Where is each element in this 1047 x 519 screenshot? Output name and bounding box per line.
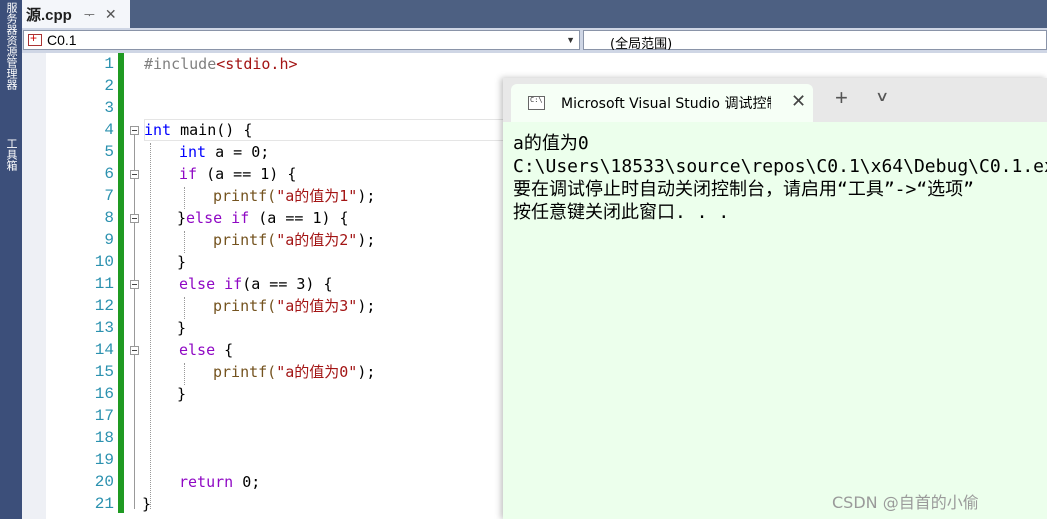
line-number: 17 <box>94 407 114 425</box>
line-number: 12 <box>94 297 114 315</box>
code-line-14: else { <box>179 341 234 359</box>
console-output-line: 按任意键关闭此窗口. . . <box>513 202 730 223</box>
console-output-line: C:\Users\18533\source\repos\C0.1\x64\Deb… <box>513 156 1047 177</box>
line-number: 21 <box>94 495 114 513</box>
outline-guide <box>134 135 135 509</box>
code-line-9: printf("a的值为2"); <box>213 231 376 249</box>
code-line-10: } <box>177 253 187 271</box>
indicator-margin <box>22 53 46 519</box>
code-line-21: } <box>142 495 152 513</box>
project-scope-value: C0.1 <box>47 32 77 48</box>
member-scope-dropdown[interactable]: (全局范围) <box>583 30 1047 52</box>
navigation-bar: C0.1 ▼ (全局范围) <box>22 28 1047 53</box>
collapse-else-if-2-icon[interactable] <box>130 280 139 289</box>
tab-source-cpp[interactable]: 源.cpp ᅮ ✕ <box>22 0 130 28</box>
indent-guide <box>150 143 151 509</box>
collapse-else-icon[interactable] <box>130 346 139 355</box>
code-line-15: printf("a的值为0"); <box>213 363 376 381</box>
chevron-down-icon[interactable]: ∨ <box>875 88 889 105</box>
line-number: 2 <box>104 77 114 95</box>
code-line-16: } <box>177 385 187 403</box>
code-line-13: } <box>177 319 187 337</box>
change-tracking-bar <box>118 53 124 513</box>
code-line-8: }else if (a == 1) { <box>177 209 349 227</box>
line-number: 18 <box>94 429 114 447</box>
code-line-1: #include<stdio.h> <box>144 55 298 73</box>
line-number: 10 <box>94 253 114 271</box>
line-number: 8 <box>104 209 114 227</box>
console-tab[interactable]: Microsoft Visual Studio 调试控制台 ✕ <box>511 84 813 122</box>
toolbox-label[interactable]: 工具箱 <box>1 138 21 171</box>
new-tab-icon[interactable]: + <box>835 87 848 109</box>
console-tab-title: Microsoft Visual Studio 调试控制台 <box>561 96 771 112</box>
left-tool-strip: 服务器资源管理器 工具箱 <box>0 0 22 519</box>
line-number: 5 <box>104 143 114 161</box>
code-line-11: else if(a == 3) { <box>179 275 333 293</box>
console-output-line: a的值为0 <box>513 133 589 154</box>
collapse-if-icon[interactable] <box>130 170 139 179</box>
line-number: 7 <box>104 187 114 205</box>
line-number: 4 <box>104 121 114 139</box>
indent-guide <box>184 297 185 319</box>
line-number: 6 <box>104 165 114 183</box>
debug-console-window[interactable]: Microsoft Visual Studio 调试控制台 ✕ + ∨ a的值为… <box>503 78 1047 519</box>
code-line-12: printf("a的值为3"); <box>213 297 376 315</box>
line-number: 13 <box>94 319 114 337</box>
line-number: 14 <box>94 341 114 359</box>
code-line-4: int main() { <box>144 121 253 139</box>
line-number: 20 <box>94 473 114 491</box>
member-scope-value: (全局范围) <box>610 37 673 52</box>
code-line-20: return 0; <box>179 473 261 491</box>
indent-guide <box>184 363 185 385</box>
project-scope-dropdown[interactable]: C0.1 ▼ <box>23 30 580 50</box>
server-explorer-label[interactable]: 服务器资源管理器 <box>1 2 21 90</box>
collapse-main-icon[interactable] <box>130 126 139 135</box>
document-tab-bar: 源.cpp ᅮ ✕ <box>22 0 1047 28</box>
project-icon <box>28 31 42 46</box>
line-number: 9 <box>104 231 114 249</box>
line-number-gutter: 1 2 3 4 5 6 7 8 9 10 11 12 13 14 15 16 17 18 19 20 21 <box>46 53 114 519</box>
code-line-5: int a = 0; <box>179 143 270 161</box>
line-number: 15 <box>94 363 114 381</box>
pin-icon[interactable]: ᅮ <box>84 6 95 23</box>
line-number: 1 <box>104 55 114 73</box>
line-number: 11 <box>94 275 114 293</box>
indent-guide <box>184 231 185 253</box>
code-line-7: printf("a的值为1"); <box>213 187 376 205</box>
code-line-6: if (a == 1) { <box>179 165 297 183</box>
console-title-bar: Microsoft Visual Studio 调试控制台 ✕ + ∨ <box>503 78 1047 122</box>
dropdown-arrow-icon[interactable]: ▼ <box>566 35 575 45</box>
terminal-icon <box>528 96 545 110</box>
collapse-else-if-icon[interactable] <box>130 214 139 223</box>
console-output: a的值为0 C:\Users\18533\source\repos\C0.1\x… <box>513 132 1047 224</box>
close-icon[interactable]: ✕ <box>791 91 806 112</box>
close-icon[interactable]: ✕ <box>105 6 117 23</box>
indent-guide <box>184 187 185 209</box>
line-number: 19 <box>94 451 114 469</box>
console-output-line: 要在调试停止时自动关闭控制台，请启用“工具”->“选项” <box>513 179 975 200</box>
line-number: 3 <box>104 99 114 117</box>
line-number: 16 <box>94 385 114 403</box>
watermark: CSDN @自首的小偷 <box>832 493 979 512</box>
tab-source-cpp-label: 源.cpp <box>26 6 72 24</box>
